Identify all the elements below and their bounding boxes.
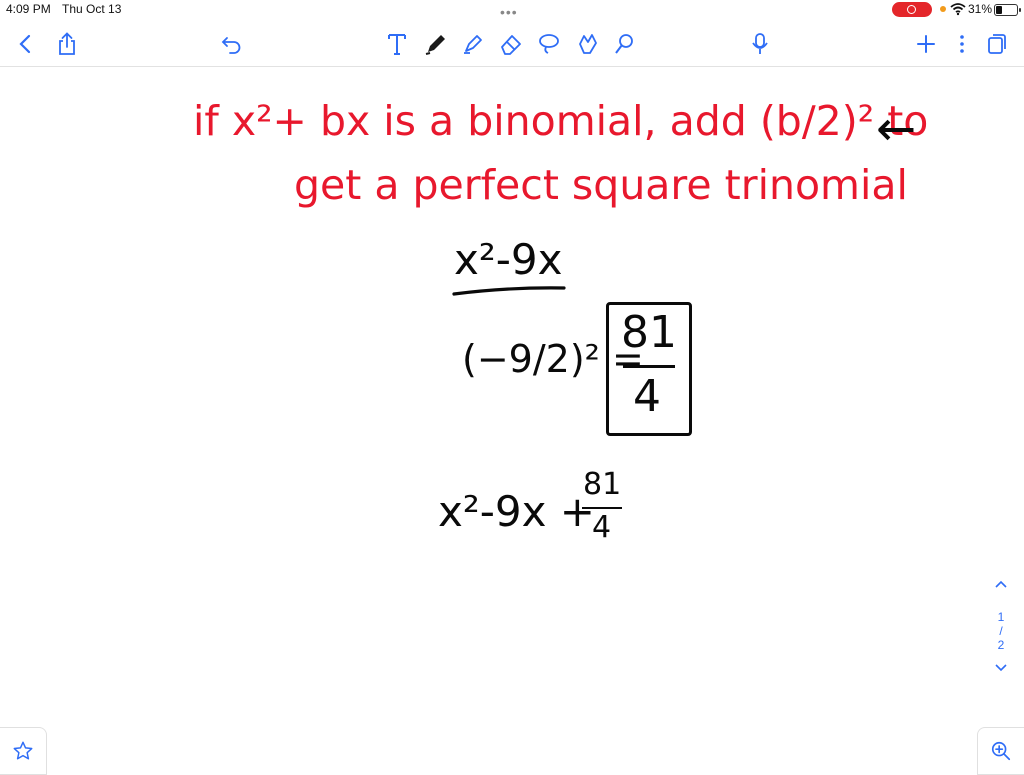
- microphone-icon: [752, 33, 768, 54]
- screen-recording-indicator[interactable]: [892, 2, 932, 17]
- eraser-tool-button[interactable]: [497, 30, 525, 58]
- boxed-denominator: 4: [633, 371, 661, 422]
- page-overview-button[interactable]: [983, 30, 1011, 58]
- shapes-tool-button[interactable]: [611, 30, 639, 58]
- result-denominator: 4: [592, 510, 612, 545]
- status-bar: 4:09 PM Thu Oct 13 ••• 31%: [0, 0, 1024, 20]
- rule-line-2: get a perfect square trinomial: [294, 161, 908, 209]
- fraction-bar: [623, 365, 675, 368]
- undo-button[interactable]: [218, 30, 246, 58]
- battery-icon: [994, 4, 1021, 16]
- answer-box: 81 4: [606, 302, 692, 436]
- page-separator: /: [999, 624, 1003, 638]
- battery-percent: 31%: [968, 2, 993, 16]
- add-page-button[interactable]: [912, 30, 940, 58]
- more-options-button[interactable]: [948, 30, 976, 58]
- rule-line-1: if x²+ bx is a binomial, add (b/2)² to: [193, 97, 929, 145]
- boxed-numerator: 81: [621, 307, 677, 358]
- share-button[interactable]: [53, 30, 81, 58]
- back-icon: [19, 34, 31, 54]
- highlighter-icon: [464, 35, 482, 54]
- underline-stroke: [452, 286, 566, 296]
- result-numerator: 81: [583, 467, 622, 502]
- wifi-icon: [950, 3, 966, 16]
- lasso-icon: [539, 34, 559, 54]
- eraser-icon: [501, 35, 521, 55]
- pointer-arrow: ←: [876, 101, 917, 157]
- total-pages: 2: [997, 638, 1005, 652]
- add-page-icon: [917, 35, 935, 53]
- record-audio-button[interactable]: [746, 30, 774, 58]
- star-icon: [13, 741, 33, 760]
- binomial-expression: x²-9x: [454, 235, 563, 284]
- text-tool-button[interactable]: [383, 30, 411, 58]
- result-expression: x²-9x +: [438, 487, 595, 536]
- page-indicator: 1 / 2: [986, 578, 1016, 676]
- back-button[interactable]: [11, 30, 39, 58]
- notes-toolbar: [0, 22, 1024, 67]
- pages-icon: [988, 34, 1006, 54]
- undo-icon: [221, 37, 241, 54]
- battery-level-fill: [996, 6, 1002, 14]
- status-date: Thu Oct 13: [62, 2, 122, 16]
- pen-icon: [425, 35, 445, 55]
- image-tool-button[interactable]: [574, 30, 602, 58]
- pen-tool-button[interactable]: [422, 30, 450, 58]
- image-icon: [579, 34, 597, 54]
- text-tool-icon: [388, 34, 406, 55]
- current-page: 1: [997, 610, 1005, 624]
- lasso-tool-button[interactable]: [535, 30, 563, 58]
- result-fraction-bar: [582, 507, 622, 509]
- zoom-in-icon: [991, 741, 1011, 761]
- share-icon: [59, 32, 75, 55]
- highlighter-tool-button[interactable]: [459, 30, 487, 58]
- previous-page-icon[interactable]: [994, 579, 1008, 589]
- next-page-icon[interactable]: [994, 663, 1008, 673]
- status-time: 4:09 PM: [6, 2, 51, 16]
- multitasking-dots-icon[interactable]: •••: [500, 4, 518, 20]
- shapes-icon: [615, 34, 633, 54]
- more-icon: [960, 35, 964, 53]
- microphone-in-use-indicator: [940, 6, 946, 12]
- note-canvas[interactable]: if x²+ bx is a binomial, add (b/2)² to ←…: [0, 67, 1024, 768]
